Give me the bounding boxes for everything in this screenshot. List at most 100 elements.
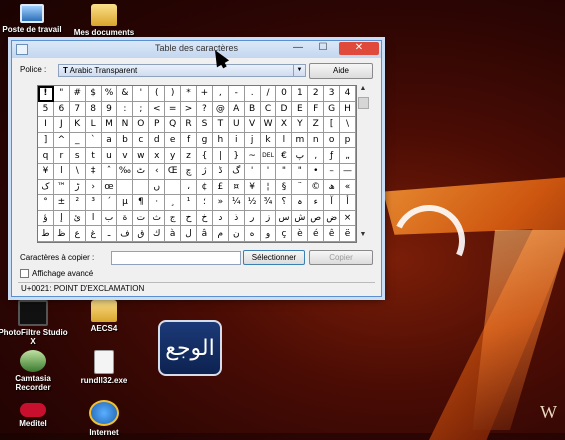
- character-cell[interactable]: *: [181, 86, 197, 102]
- character-cell[interactable]: D: [276, 101, 293, 118]
- character-cell[interactable]: I: [38, 117, 54, 133]
- character-cell[interactable]: چ: [181, 164, 197, 180]
- character-cell[interactable]: ح: [181, 210, 197, 227]
- character-cell[interactable]: ؤ: [38, 210, 54, 227]
- character-cell[interactable]: [: [324, 117, 341, 133]
- character-cell[interactable]: ‌: [117, 179, 134, 196]
- character-cell[interactable]: s: [69, 148, 86, 164]
- character-cell[interactable]: $: [85, 86, 102, 102]
- character-cell[interactable]: ¾: [260, 195, 277, 211]
- character-cell[interactable]: ,: [212, 86, 229, 102]
- character-cell[interactable]: €: [276, 148, 293, 164]
- character-cell[interactable]: H: [340, 101, 356, 118]
- character-cell[interactable]: K: [69, 117, 86, 133]
- character-cell[interactable]: ¢: [196, 179, 213, 196]
- scroll-thumb[interactable]: [357, 97, 369, 109]
- character-cell[interactable]: @: [212, 101, 229, 118]
- character-cell[interactable]: ظ: [53, 226, 70, 242]
- character-cell[interactable]: £: [212, 179, 229, 196]
- characters-to-copy-input[interactable]: [111, 251, 241, 265]
- character-cell[interactable]: |: [212, 148, 229, 164]
- character-cell[interactable]: ‡: [85, 164, 102, 180]
- character-cell[interactable]: ش: [292, 210, 309, 227]
- character-cell[interactable]: ٹ: [133, 164, 150, 180]
- character-cell[interactable]: -: [228, 86, 245, 102]
- character-cell[interactable]: –: [324, 164, 341, 180]
- desktop-icon-aecs4[interactable]: AECS4: [68, 300, 140, 333]
- character-cell[interactable]: ذ: [228, 210, 245, 227]
- character-cell[interactable]: a: [101, 132, 118, 149]
- desktop-icon-rundll32[interactable]: rundll32.exe: [68, 350, 140, 385]
- character-cell[interactable]: e: [165, 132, 182, 149]
- character-cell[interactable]: é: [308, 226, 325, 242]
- character-cell[interactable]: k: [260, 132, 277, 149]
- character-cell[interactable]: ™: [53, 179, 70, 196]
- character-cell[interactable]: ): [165, 86, 182, 102]
- character-cell[interactable]: ہ: [292, 195, 309, 211]
- character-cell[interactable]: ¦: [260, 179, 277, 196]
- character-cell[interactable]: ": [53, 86, 70, 102]
- character-cell[interactable]: F: [308, 101, 325, 118]
- character-cell[interactable]: z: [181, 148, 197, 164]
- character-cell[interactable]: م: [212, 226, 229, 242]
- advanced-view-option[interactable]: Affichage avancé: [20, 269, 93, 278]
- character-cell[interactable]: o: [324, 132, 341, 149]
- character-cell[interactable]: د: [212, 210, 229, 227]
- copy-button[interactable]: Copier: [309, 250, 373, 265]
- character-cell[interactable]: ف: [117, 226, 134, 242]
- character-cell[interactable]: P: [149, 117, 166, 133]
- character-cell[interactable]: W: [260, 117, 277, 133]
- character-cell[interactable]: 8: [85, 101, 102, 118]
- character-cell[interactable]: f: [181, 132, 197, 149]
- character-cell[interactable]: ¨: [292, 179, 309, 196]
- character-cell[interactable]: ؟: [276, 195, 293, 211]
- character-cell[interactable]: ب: [101, 210, 118, 227]
- character-cell[interactable]: Œ: [165, 164, 182, 180]
- character-cell[interactable]: „: [340, 148, 356, 164]
- character-cell[interactable]: Y: [292, 117, 309, 133]
- character-cell[interactable]: ¤: [228, 179, 245, 196]
- character-cell[interactable]: t: [85, 148, 102, 164]
- character-cell[interactable]: }: [228, 148, 245, 164]
- character-cell[interactable]: ژ: [196, 164, 213, 180]
- character-cell[interactable]: ¹: [181, 195, 197, 211]
- character-cell[interactable]: ه: [244, 226, 261, 242]
- character-cell[interactable]: ;: [133, 101, 150, 118]
- character-cell[interactable]: g: [196, 132, 213, 149]
- character-cell[interactable]: ا: [85, 210, 102, 227]
- character-cell[interactable]: O: [133, 117, 150, 133]
- character-cell[interactable]: u: [101, 148, 118, 164]
- character-cell[interactable]: ¶: [133, 195, 150, 211]
- character-cell[interactable]: ؛: [196, 195, 213, 211]
- character-cell[interactable]: y: [165, 148, 182, 164]
- character-cell[interactable]: U: [228, 117, 245, 133]
- close-button[interactable]: ✕: [339, 42, 379, 55]
- character-cell[interactable]: »: [212, 195, 229, 211]
- desktop-icon-poste-de-travail[interactable]: Poste de travail: [0, 4, 68, 34]
- character-cell[interactable]: ل: [181, 226, 197, 242]
- desktop-icon-photofiltre[interactable]: PhotoFiltre Studio X: [0, 300, 69, 346]
- character-cell[interactable]: ¥: [38, 164, 54, 180]
- character-cell[interactable]: ê: [324, 226, 341, 242]
- character-cell[interactable]: m: [292, 132, 309, 149]
- character-cell[interactable]: h: [212, 132, 229, 149]
- character-cell[interactable]: ‰: [117, 164, 134, 180]
- character-cell[interactable]: ³: [85, 195, 102, 211]
- character-cell[interactable]: ،: [181, 179, 197, 196]
- character-cell[interactable]: «: [340, 179, 356, 196]
- character-cell[interactable]: c: [133, 132, 150, 149]
- character-cell[interactable]: ½: [244, 195, 261, 211]
- character-cell[interactable]: \: [69, 164, 86, 180]
- character-cell[interactable]: DEL: [260, 148, 277, 164]
- character-cell[interactable]: ´: [101, 195, 118, 211]
- character-cell[interactable]: 4: [340, 86, 356, 102]
- character-cell[interactable]: ]: [38, 132, 54, 149]
- character-cell[interactable]: M: [101, 117, 118, 133]
- character-cell[interactable]: ': [260, 164, 277, 180]
- character-cell[interactable]: L: [85, 117, 102, 133]
- character-cell[interactable]: غ: [85, 226, 102, 242]
- character-cell[interactable]: ط: [38, 226, 54, 242]
- character-cell[interactable]: ç: [276, 226, 293, 242]
- character-cell[interactable]: T: [212, 117, 229, 133]
- character-cell[interactable]: +: [196, 86, 213, 102]
